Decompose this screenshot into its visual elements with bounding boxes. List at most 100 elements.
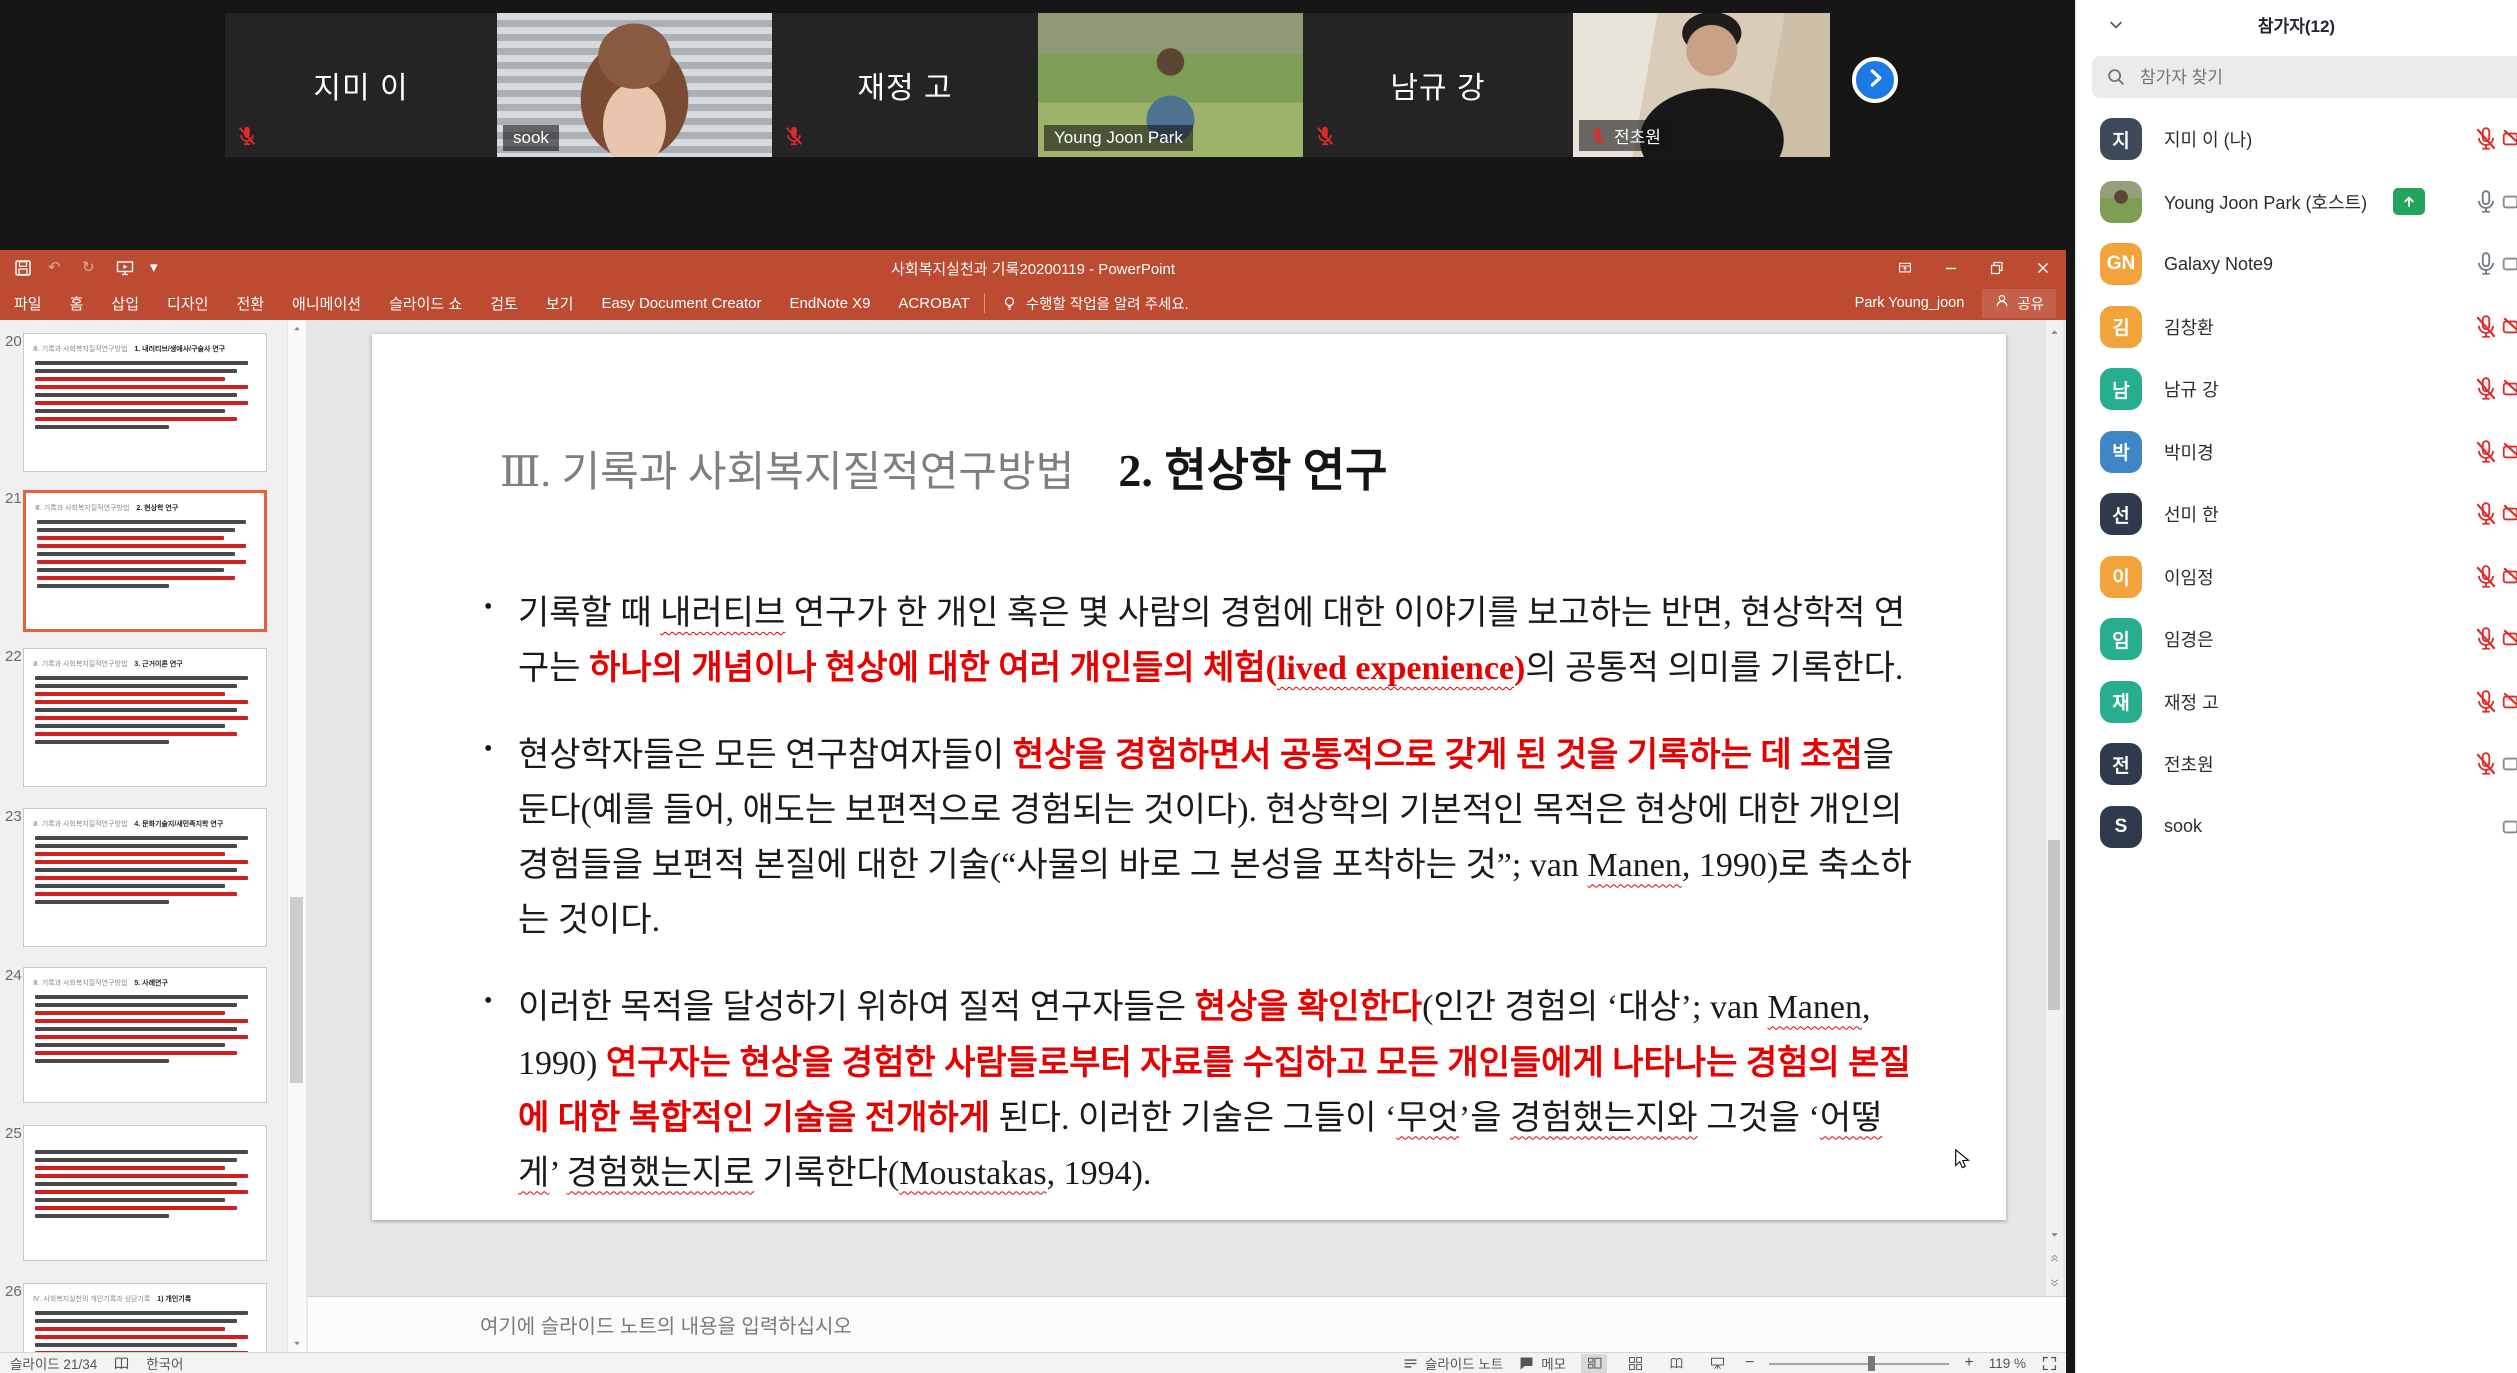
thumb-title-black: 2. 현상학 연구 (136, 505, 178, 512)
slide-thumbnail[interactable]: 23 Ⅲ. 기록과 사회복지질적연구방법 4. 문화기술지/새민족지학 연구 (0, 808, 287, 947)
slide-scrollbar[interactable] (2045, 320, 2063, 1296)
participant-video-tile[interactable]: Young Joon Park (1038, 13, 1303, 157)
notes-toggle-button[interactable]: 슬라이드 노트 (1402, 1353, 1503, 1373)
fit-window-icon[interactable] (2041, 1355, 2058, 1372)
ribbon-tab[interactable]: ACROBAT (884, 286, 983, 320)
participant-video-tile[interactable]: 전초원 (1573, 13, 1830, 157)
ribbon-tab[interactable]: 전환 (222, 286, 278, 320)
titlebar: ↶ ↻ ▾ 사회복지실천과 기록20200119 - PowerPoint (0, 250, 2066, 286)
participant-row[interactable]: 임 임경은 (2076, 608, 2517, 671)
slide-thumbnail-preview: Ⅲ. 기록과 사회복지질적연구방법 1. 내러티브/생애사/구술사 연구 (23, 333, 267, 472)
zoom-in-icon[interactable]: + (1964, 1354, 1973, 1372)
minimize-button[interactable] (1928, 250, 1974, 286)
slide-thumbnail[interactable]: 22 Ⅲ. 기록과 사회복지질적연구방법 3. 근거이론 연구 (0, 648, 287, 787)
slide-bullet: • 현상학자들은 모든 연구참여자들이 현상을 경험하면서 공통적으로 갖게 된… (484, 728, 1912, 948)
participant-row[interactable]: 남 남규 강 (2076, 358, 2517, 421)
zoom-slider-thumb[interactable] (1868, 1356, 1875, 1371)
text-run: ) (1514, 650, 1525, 687)
scroll-down-icon[interactable] (288, 1334, 306, 1352)
slideshow-view-button[interactable] (1704, 1354, 1730, 1373)
participant-name: 전초원 (2164, 751, 2214, 777)
thumb-title-black: 5. 사례연구 (134, 980, 168, 987)
camera-off-icon (2501, 126, 2517, 152)
slide-thumbnail[interactable]: 21 Ⅲ. 기록과 사회복지질적연구방법 2. 현상학 연구 (0, 490, 287, 632)
participant-row[interactable]: 김 김창환 (2076, 296, 2517, 359)
camera-icon (2501, 814, 2517, 840)
undo-icon[interactable]: ↶ (48, 259, 66, 277)
start-slideshow-icon[interactable] (116, 259, 134, 277)
scroll-up-icon[interactable] (288, 320, 306, 338)
participant-row[interactable]: 재 재정 고 (2076, 671, 2517, 734)
participant-video-tile[interactable]: 지미 이 (225, 13, 497, 157)
ribbon-tab[interactable]: 파일 (0, 286, 56, 320)
slide-canvas[interactable]: Ⅲ. 기록과 사회복지질적연구방법2. 현상학 연구 • 기록할 때 내러티브 … (372, 334, 2006, 1220)
ribbon-tab[interactable]: 슬라이드 쇼 (375, 286, 476, 320)
zoom-level[interactable]: 119 % (1989, 1356, 2026, 1371)
scroll-down-icon[interactable] (2046, 1222, 2063, 1246)
participant-row[interactable]: 박 박미경 (2076, 421, 2517, 484)
slide-editing-area: Ⅲ. 기록과 사회복지질적연구방법2. 현상학 연구 • 기록할 때 내러티브 … (308, 320, 2062, 1296)
participant-video-tile[interactable]: 재정 고 (772, 13, 1038, 157)
participants-header: 참가자(12) (2076, 0, 2517, 48)
next-slide-icon[interactable] (2046, 1270, 2063, 1294)
ribbon-tab[interactable]: 애니메이션 (278, 286, 375, 320)
participant-row[interactable]: 선 선미 한 (2076, 483, 2517, 546)
slide-thumbnail[interactable]: 25 (0, 1125, 287, 1261)
language-indicator[interactable]: 한국어 (146, 1353, 183, 1373)
mouse-cursor (1952, 1148, 1974, 1170)
scrollbar-thumb[interactable] (290, 897, 303, 1083)
participant-search-box[interactable] (2092, 56, 2517, 98)
ribbon-tab[interactable]: 보기 (532, 286, 588, 320)
next-videos-button[interactable] (1852, 57, 1898, 103)
zoom-slider[interactable] (1769, 1356, 1949, 1371)
reading-view-button[interactable] (1663, 1354, 1689, 1373)
tell-me-box[interactable]: 수행할 작업을 알려 주세요. (984, 293, 1189, 313)
slide-number: 23 (5, 808, 22, 825)
zoom-out-icon[interactable]: − (1745, 1354, 1754, 1372)
slide-thumbnail[interactable]: 20 Ⅲ. 기록과 사회복지질적연구방법 1. 내러티브/생애사/구술사 연구 (0, 333, 287, 472)
ribbon-tab[interactable]: 디자인 (153, 286, 222, 320)
thumbnail-scrollbar[interactable] (287, 320, 306, 1352)
avatar: GN (2100, 243, 2142, 285)
participant-row[interactable]: S sook (2076, 796, 2517, 859)
spellcheck-icon[interactable] (113, 1355, 130, 1372)
share-button[interactable]: 공유 (1982, 289, 2056, 318)
participant-row[interactable]: 지 지미 이 (나) (2076, 108, 2517, 171)
qat-dropdown-icon[interactable]: ▾ (150, 259, 168, 277)
slide-thumbnail[interactable]: 26 Ⅳ. 사회복지실천의 개인기록과 상담기록 1) 개인기록 (0, 1283, 287, 1352)
participant-video-tile[interactable]: sook (497, 13, 772, 157)
ribbon-tab[interactable]: 홈 (56, 286, 98, 320)
ribbon-tab[interactable]: 검토 (476, 286, 532, 320)
restore-button[interactable] (1974, 250, 2020, 286)
redo-icon[interactable]: ↻ (82, 259, 100, 277)
thumb-title-gray: Ⅲ. 기록과 사회복지질적연구방법 (35, 505, 129, 512)
memo-toggle-button[interactable]: 메모 (1518, 1353, 1566, 1373)
participant-row[interactable]: GN Galaxy Note9 (2076, 233, 2517, 296)
text-run: Moustakas (899, 1155, 1046, 1192)
camera-off-icon (2501, 501, 2517, 527)
slide-thumbnail-preview: Ⅲ. 기록과 사회복지질적연구방법 2. 현상학 연구 (23, 490, 267, 632)
notes-pane[interactable]: 여기에 슬라이드 노트의 내용을 입력하십시오 (308, 1296, 2066, 1352)
normal-view-button[interactable] (1581, 1354, 1607, 1373)
participant-video-tile[interactable]: 남규 강 (1303, 13, 1573, 157)
slide-thumbnail[interactable]: 24 Ⅲ. 기록과 사회복지질적연구방법 5. 사례연구 (0, 967, 287, 1103)
close-button[interactable] (2020, 250, 2066, 286)
participant-row[interactable]: 전 전초원 (2076, 733, 2517, 796)
participant-row[interactable]: Young Joon Park (호스트) (2076, 171, 2517, 234)
save-icon[interactable] (14, 259, 32, 277)
ribbon-tab[interactable]: 삽입 (97, 286, 153, 320)
participant-list: 지 지미 이 (나) Young Joon Park (호스트) (2076, 108, 2517, 858)
prev-slide-icon[interactable] (2046, 1246, 2063, 1270)
scroll-up-icon[interactable] (2046, 320, 2063, 344)
account-name[interactable]: Park Young_joon (1855, 295, 1965, 311)
ribbon-options-icon[interactable] (1882, 250, 1928, 286)
mic-muted-icon (236, 125, 258, 147)
mic-muted-icon (2473, 564, 2499, 590)
ribbon-tab[interactable]: EndNote X9 (776, 286, 885, 320)
mic-muted-icon (2473, 626, 2499, 652)
search-input[interactable] (2138, 56, 2472, 100)
scrollbar-thumb[interactable] (2048, 840, 2060, 1010)
slide-sorter-view-button[interactable] (1622, 1354, 1648, 1373)
participant-row[interactable]: 이 이임정 (2076, 546, 2517, 609)
ribbon-tab[interactable]: Easy Document Creator (587, 286, 775, 320)
